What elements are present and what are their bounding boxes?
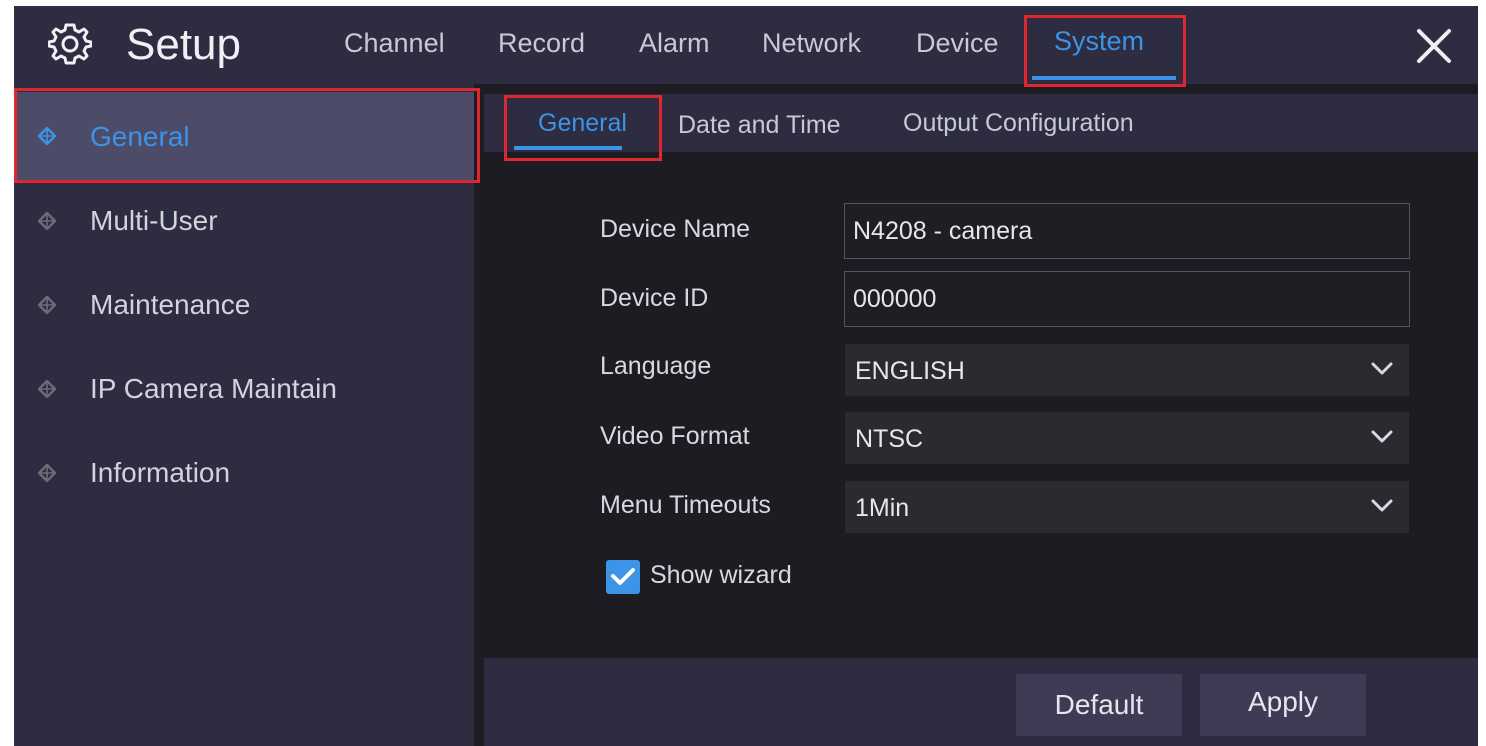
sidebar: General Multi-User Maintenance IP Camera… xyxy=(14,84,474,746)
page-title: Setup xyxy=(126,20,241,69)
diamond-icon xyxy=(38,296,56,314)
tab-alarm[interactable]: Alarm xyxy=(639,26,710,60)
sidebar-item-label: IP Camera Maintain xyxy=(90,373,337,404)
device-name-label: Device Name xyxy=(600,215,751,243)
language-select[interactable]: ENGLISH xyxy=(845,344,1409,396)
language-value: ENGLISH xyxy=(855,357,965,385)
diamond-icon xyxy=(38,380,56,398)
sidebar-item-information[interactable]: Information xyxy=(14,432,474,516)
tab-channel[interactable]: Channel xyxy=(344,26,445,60)
show-wizard-label[interactable]: Show wizard xyxy=(650,560,792,590)
menu-timeouts-value: 1Min xyxy=(855,494,910,522)
tab-network[interactable]: Network xyxy=(762,26,861,60)
chevron-down-icon xyxy=(1371,362,1393,375)
menu-timeouts-label: Menu Timeouts xyxy=(600,491,771,519)
tab-record[interactable]: Record xyxy=(498,26,585,60)
video-format-select[interactable]: NTSC xyxy=(845,412,1409,464)
tab-device[interactable]: Device xyxy=(916,26,999,60)
highlight-box-system-tab xyxy=(1024,15,1186,87)
diamond-icon xyxy=(38,212,56,230)
setup-window: Setup Channel Record Alarm Network Devic… xyxy=(14,6,1478,746)
video-format-label: Video Format xyxy=(600,422,750,450)
default-button[interactable]: Default xyxy=(1016,674,1182,736)
device-id-field[interactable] xyxy=(844,271,1410,327)
show-wizard-checkbox[interactable] xyxy=(606,560,640,594)
language-label: Language xyxy=(600,352,712,380)
device-id-label: Device ID xyxy=(600,284,709,312)
sidebar-item-label: Information xyxy=(90,457,231,488)
diamond-icon xyxy=(38,464,56,482)
menu-timeouts-select[interactable]: 1Min xyxy=(845,481,1409,533)
close-icon[interactable] xyxy=(1414,26,1454,66)
sidebar-item-label: Multi-User xyxy=(90,205,218,236)
footer-bar: Default Apply xyxy=(484,658,1478,746)
apply-button[interactable]: Apply xyxy=(1200,674,1366,736)
highlight-box-subtab-general xyxy=(504,95,662,161)
subtab-date-and-time[interactable]: Date and Time xyxy=(678,110,841,140)
checkmark-icon xyxy=(611,568,635,585)
device-name-field[interactable] xyxy=(844,203,1410,259)
sidebar-item-maintenance[interactable]: Maintenance xyxy=(14,264,474,348)
chevron-down-icon xyxy=(1371,430,1393,443)
chevron-down-icon xyxy=(1371,499,1393,512)
highlight-box-sidebar-general xyxy=(14,88,480,183)
gear-icon xyxy=(48,23,92,65)
top-nav-bar: Setup Channel Record Alarm Network Devic… xyxy=(14,6,1478,84)
subtab-output-configuration[interactable]: Output Configuration xyxy=(903,108,1134,138)
sidebar-item-label: Maintenance xyxy=(90,289,251,320)
video-format-value: NTSC xyxy=(855,425,924,453)
sidebar-item-ip-camera-maintain[interactable]: IP Camera Maintain xyxy=(14,348,474,432)
sidebar-item-multi-user[interactable]: Multi-User xyxy=(14,180,474,264)
